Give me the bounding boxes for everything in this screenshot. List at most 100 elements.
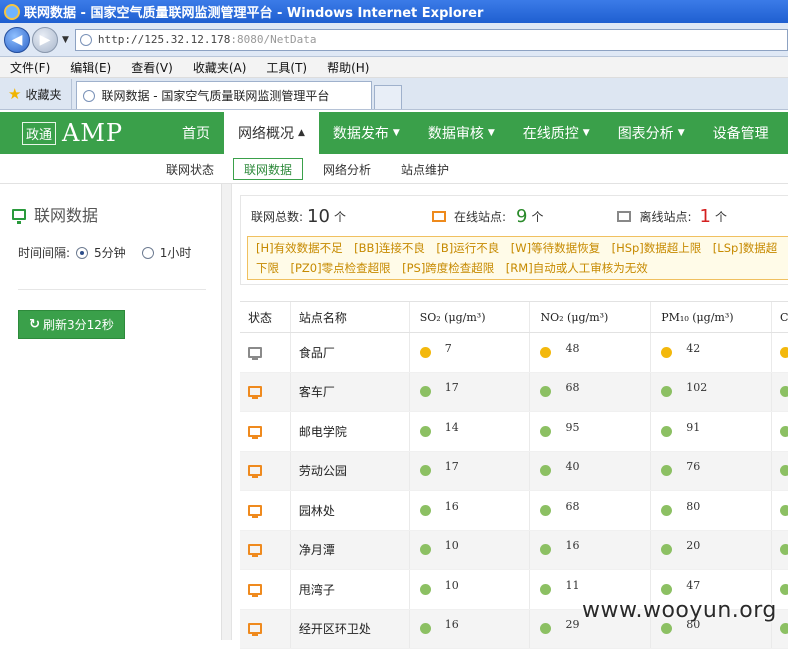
no2-value: 48	[565, 342, 579, 355]
back-button[interactable]: ◀	[4, 27, 30, 53]
online-monitor-icon	[248, 386, 262, 397]
table-row[interactable]: 劳动公园174076	[240, 452, 788, 492]
online-label: 在线站点:	[454, 208, 506, 225]
so2-cell: 14	[409, 412, 530, 451]
so2-cell: 10	[409, 531, 530, 570]
co-cell	[771, 452, 788, 491]
status-dot-icon	[540, 426, 551, 437]
online-unit: 个	[531, 208, 543, 225]
status-dot-icon	[780, 347, 788, 358]
status-dot-icon	[540, 505, 551, 516]
so2-value: 17	[445, 460, 459, 473]
table-row[interactable]: 园林处166880	[240, 491, 788, 531]
address-bar[interactable]: http://125.32.12.178:8080/NetData	[75, 29, 788, 51]
subnav-network-status[interactable]: 联网状态	[156, 158, 224, 180]
menu-tools[interactable]: 工具(T)	[266, 59, 307, 76]
table-row[interactable]: 邮电学院149591	[240, 412, 788, 452]
nav-online-qc-label: 在线质控	[523, 123, 579, 143]
favorites-label: 收藏夹	[25, 86, 61, 103]
online-monitor-icon	[432, 211, 446, 222]
no2-cell: 68	[529, 491, 650, 530]
station-name: 劳动公园	[290, 452, 409, 491]
url-host: http://125.32.12.178	[98, 33, 230, 46]
pm10-cell: 102	[650, 373, 771, 412]
status-dot-icon	[540, 584, 551, 595]
row-status	[240, 333, 290, 372]
url-path: :8080/NetData	[230, 33, 316, 46]
co-cell	[771, 373, 788, 412]
row-status	[240, 491, 290, 530]
table-row[interactable]: 净月潭101620	[240, 531, 788, 571]
monitor-icon	[12, 209, 26, 220]
radio-1hour[interactable]	[142, 247, 154, 259]
so2-value: 10	[445, 539, 459, 552]
status-dot-icon	[780, 465, 788, 476]
status-dot-icon	[661, 347, 672, 358]
page-icon	[80, 34, 92, 46]
header-pm10[interactable]: PM₁₀ (μg/m³)	[650, 302, 771, 332]
nav-chart-analysis[interactable]: 图表分析▼	[604, 112, 699, 154]
logo-seal: 政通	[22, 122, 56, 145]
no2-value: 16	[565, 539, 579, 552]
summary-counts: 联网总数: 10 个 在线站点: 9 个 离线站点: 1 个	[251, 206, 788, 227]
no2-cell: 68	[529, 373, 650, 412]
station-name: 经开区环卫处	[290, 610, 409, 649]
history-dropdown-icon[interactable]: ▼	[62, 35, 69, 45]
status-dot-icon	[780, 623, 788, 634]
no2-value: 68	[565, 381, 579, 394]
nav-data-review[interactable]: 数据审核▼	[414, 112, 509, 154]
header-so2[interactable]: SO₂ (μg/m³)	[409, 302, 530, 332]
header-co[interactable]: CO	[771, 302, 788, 332]
browser-tab-active[interactable]: 联网数据 - 国家空气质量联网监测管理平台	[76, 81, 372, 109]
menu-edit[interactable]: 编辑(E)	[70, 59, 111, 76]
address-toolbar: ◀ ▶ ▼ http://125.32.12.178:8080/NetData	[0, 23, 788, 57]
row-status	[240, 610, 290, 649]
watermark: www.wooyun.org	[582, 598, 777, 623]
status-dot-icon	[661, 465, 672, 476]
nav-data-review-label: 数据审核	[428, 123, 484, 143]
row-status	[240, 531, 290, 570]
nav-home[interactable]: 首页	[168, 112, 224, 154]
station-name: 客车厂	[290, 373, 409, 412]
menu-favorites[interactable]: 收藏夹(A)	[193, 59, 247, 76]
menu-view[interactable]: 查看(V)	[131, 59, 173, 76]
interval-selector: 时间间隔: 5分钟 1小时	[18, 244, 191, 261]
co-cell	[771, 531, 788, 570]
no2-value: 11	[565, 579, 579, 592]
tab-page-icon	[83, 90, 95, 102]
table-row[interactable]: 客车厂1768102	[240, 373, 788, 413]
header-no2[interactable]: NO₂ (μg/m³)	[529, 302, 650, 332]
status-dot-icon	[661, 544, 672, 555]
offline-monitor-icon	[248, 347, 262, 358]
forward-button[interactable]: ▶	[32, 27, 58, 53]
no2-cell: 16	[529, 531, 650, 570]
nav-data-publish[interactable]: 数据发布▼	[319, 112, 414, 154]
total-unit: 个	[334, 208, 346, 225]
nav-device-management[interactable]: 设备管理	[699, 112, 783, 154]
status-dot-icon	[540, 623, 551, 634]
nav-network-overview[interactable]: 网络概况▲	[224, 112, 319, 154]
menu-file[interactable]: 文件(F)	[10, 59, 50, 76]
nav-network-overview-label: 网络概况	[238, 123, 294, 143]
status-dot-icon	[661, 386, 672, 397]
radio-1hour-label[interactable]: 1小时	[160, 244, 192, 261]
station-name: 甩湾子	[290, 570, 409, 609]
radio-5min-label[interactable]: 5分钟	[94, 244, 126, 261]
subnav-network-analysis[interactable]: 网络分析	[313, 158, 381, 180]
status-dot-icon	[780, 386, 788, 397]
status-dot-icon	[780, 544, 788, 555]
subnav-network-data[interactable]: 联网数据	[233, 158, 303, 180]
co-cell	[771, 333, 788, 372]
so2-value: 16	[445, 500, 459, 513]
app-logo[interactable]: 政通 AMP	[0, 119, 168, 147]
online-count: 9	[516, 206, 527, 227]
radio-5min[interactable]	[76, 247, 88, 259]
refresh-button[interactable]: ↻ 刷新3分12秒	[18, 310, 125, 339]
new-tab-button[interactable]	[374, 85, 402, 109]
menu-help[interactable]: 帮助(H)	[327, 59, 369, 76]
nav-online-qc[interactable]: 在线质控▼	[509, 112, 604, 154]
subnav-site-maintenance[interactable]: 站点维护	[391, 158, 459, 180]
table-row[interactable]: 食品厂74842	[240, 333, 788, 373]
panel-scrollbar[interactable]	[222, 184, 232, 640]
favorites-button[interactable]: ★ 收藏夹	[4, 79, 72, 109]
